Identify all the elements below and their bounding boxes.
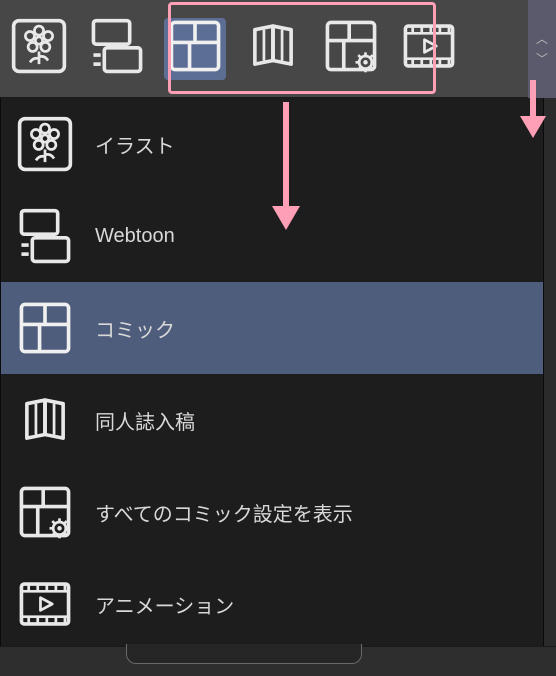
menu-item-illustration[interactable]: イラスト [1,98,543,190]
menu-item-label: Webtoon [95,225,175,248]
menu-item-label: 同人誌入稿 [95,406,195,435]
comic-settings-icon [13,480,77,544]
tab-illustration[interactable] [8,18,70,80]
menu-item-label: イラスト [95,130,175,159]
comic-icon [166,17,224,80]
type-dropdown-menu: イラスト Webtoon コミック 同人誌入稿 すべてのコミック設定を表示 アニ… [0,98,544,651]
doujin-icon [244,17,302,80]
tab-comic-settings[interactable] [320,18,382,80]
tab-animation[interactable] [398,18,460,80]
menu-item-doujin[interactable]: 同人誌入稿 [1,374,543,466]
tab-comic[interactable] [164,18,226,80]
tab-webtoon[interactable] [86,18,148,80]
menu-item-animation[interactable]: アニメーション [1,558,543,650]
menu-item-webtoon[interactable]: Webtoon [1,190,543,282]
animation-icon [13,572,77,636]
nav-column: ︿ ﹀ [528,0,556,98]
chevron-up-icon[interactable]: ︿ [536,33,548,45]
webtoon-icon [13,204,77,268]
chevron-down-icon[interactable]: ﹀ [536,53,548,65]
menu-item-label: コミック [95,314,175,343]
menu-item-label: アニメーション [95,590,234,619]
animation-icon [400,17,458,80]
comic-settings-icon [322,17,380,80]
menu-item-label: すべてのコミック設定を表示 [95,498,353,527]
tab-doujin[interactable] [242,18,304,80]
bottom-capsule [126,644,362,664]
comic-icon [13,296,77,360]
menu-item-comic[interactable]: コミック [1,282,543,374]
menu-item-comic-settings[interactable]: すべてのコミック設定を表示 [1,466,543,558]
doujin-icon [13,388,77,452]
type-toolbar [0,0,556,98]
illustration-icon [10,17,68,80]
webtoon-icon [88,17,146,80]
illustration-icon [13,112,77,176]
